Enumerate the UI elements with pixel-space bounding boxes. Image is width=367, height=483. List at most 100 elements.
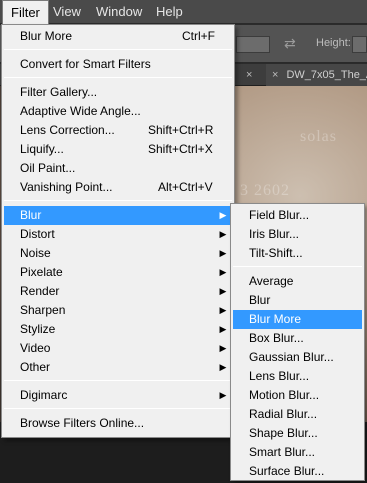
menu-item-label: Digimarc bbox=[20, 388, 68, 402]
submenu-item-gaussian-blur[interactable]: Gaussian Blur... bbox=[233, 348, 362, 367]
menu-item-label: Convert for Smart Filters bbox=[20, 57, 151, 71]
menu-item-label: Iris Blur... bbox=[249, 227, 300, 241]
shortcut-text: Shift+Ctrl+R bbox=[148, 123, 214, 137]
menu-item-label: Shape Blur... bbox=[249, 426, 318, 440]
menu-item-liquify[interactable]: Liquify... Shift+Ctrl+X bbox=[4, 140, 232, 159]
menu-item-pixelate[interactable]: Pixelate ▶ bbox=[4, 263, 232, 282]
menu-separator bbox=[4, 77, 232, 78]
menu-item-adaptive-wide-angle[interactable]: Adaptive Wide Angle... bbox=[4, 102, 232, 121]
menu-item-label: Field Blur... bbox=[249, 208, 310, 222]
menu-item-label: Blur More bbox=[249, 312, 302, 326]
menu-item-label: Video bbox=[20, 341, 51, 355]
submenu-arrow-icon: ▶ bbox=[219, 229, 227, 239]
menu-item-label: Vanishing Point... bbox=[20, 180, 113, 194]
menu-item-label: Blur More bbox=[20, 29, 73, 43]
submenu-arrow-icon: ▶ bbox=[219, 305, 227, 315]
menu-item-label: Stylize bbox=[20, 322, 56, 336]
menu-item-oil-paint[interactable]: Oil Paint... bbox=[4, 159, 232, 178]
submenu-item-smart-blur[interactable]: Smart Blur... bbox=[233, 443, 362, 462]
submenu-arrow-icon: ▶ bbox=[219, 324, 227, 334]
menu-item-digimarc[interactable]: Digimarc ▶ bbox=[4, 386, 232, 405]
menu-item-label: Other bbox=[20, 360, 51, 374]
menu-item-label: Box Blur... bbox=[249, 331, 304, 345]
submenu-item-radial-blur[interactable]: Radial Blur... bbox=[233, 405, 362, 424]
submenu-arrow-icon: ▶ bbox=[219, 267, 227, 277]
submenu-item-box-blur[interactable]: Box Blur... bbox=[233, 329, 362, 348]
menu-item-render[interactable]: Render ▶ bbox=[4, 282, 232, 301]
watermark-text-bottom: 3 2602 bbox=[240, 182, 290, 199]
submenu-arrow-icon: ▶ bbox=[219, 286, 227, 296]
menu-separator bbox=[4, 408, 232, 409]
menu-item-label: Gaussian Blur... bbox=[249, 350, 334, 364]
submenu-arrow-icon: ▶ bbox=[219, 390, 227, 400]
tab-close-icon[interactable]: × bbox=[272, 69, 278, 81]
menubar-view[interactable]: View bbox=[45, 0, 89, 24]
menu-item-blur[interactable]: Blur ▶ bbox=[4, 206, 232, 225]
menu-item-noise[interactable]: Noise ▶ bbox=[4, 244, 232, 263]
submenu-arrow-icon: ▶ bbox=[219, 362, 227, 372]
menu-separator bbox=[233, 266, 362, 267]
menu-item-other[interactable]: Other ▶ bbox=[4, 358, 232, 377]
menu-item-browse-filters-online[interactable]: Browse Filters Online... bbox=[4, 414, 232, 433]
menu-item-label: Blur bbox=[20, 208, 42, 222]
close-icon[interactable]: × bbox=[246, 64, 252, 86]
menu-item-label: Pixelate bbox=[20, 265, 63, 279]
menu-item-distort[interactable]: Distort ▶ bbox=[4, 225, 232, 244]
submenu-item-average[interactable]: Average bbox=[233, 272, 362, 291]
menu-item-label: Adaptive Wide Angle... bbox=[20, 104, 141, 118]
menu-item-label: Tilt-Shift... bbox=[249, 246, 303, 260]
menu-item-stylize[interactable]: Stylize ▶ bbox=[4, 320, 232, 339]
menu-separator bbox=[4, 49, 232, 50]
submenu-item-blur[interactable]: Blur bbox=[233, 291, 362, 310]
width-field[interactable] bbox=[236, 36, 270, 53]
menu-item-label: Motion Blur... bbox=[249, 388, 320, 402]
menu-item-convert-smart-filters[interactable]: Convert for Smart Filters bbox=[4, 55, 232, 74]
submenu-item-field-blur[interactable]: Field Blur... bbox=[233, 206, 362, 225]
menu-item-label: Lens Correction... bbox=[20, 123, 115, 137]
menu-item-label: Oil Paint... bbox=[20, 161, 76, 175]
menu-item-label: Surface Blur... bbox=[249, 464, 325, 478]
height-field[interactable] bbox=[352, 36, 367, 53]
menu-item-label: Radial Blur... bbox=[249, 407, 318, 421]
menu-item-lens-correction[interactable]: Lens Correction... Shift+Ctrl+R bbox=[4, 121, 232, 140]
menubar-window[interactable]: Window bbox=[88, 0, 150, 24]
shortcut-text: Alt+Ctrl+V bbox=[158, 180, 213, 194]
document-tab-title: DW_7x05_The_An bbox=[286, 69, 367, 81]
filter-menu: Blur More Ctrl+F Convert for Smart Filte… bbox=[1, 24, 235, 438]
menu-item-label: Render bbox=[20, 284, 60, 298]
menu-item-vanishing-point[interactable]: Vanishing Point... Alt+Ctrl+V bbox=[4, 178, 232, 197]
submenu-item-tilt-shift[interactable]: Tilt-Shift... bbox=[233, 244, 362, 263]
shortcut-text: Shift+Ctrl+X bbox=[148, 142, 213, 156]
submenu-item-shape-blur[interactable]: Shape Blur... bbox=[233, 424, 362, 443]
menu-bar: Filter View Window Help bbox=[0, 0, 367, 24]
menu-item-label: Browse Filters Online... bbox=[20, 416, 145, 430]
submenu-arrow-icon: ▶ bbox=[219, 343, 227, 353]
menu-item-label: Noise bbox=[20, 246, 51, 260]
menu-item-label: Average bbox=[249, 274, 294, 288]
submenu-arrow-icon: ▶ bbox=[219, 210, 227, 220]
menu-item-label: Filter Gallery... bbox=[20, 85, 98, 99]
submenu-item-blur-more[interactable]: Blur More bbox=[233, 310, 362, 329]
menu-item-video[interactable]: Video ▶ bbox=[4, 339, 232, 358]
menu-item-label: Blur bbox=[249, 293, 271, 307]
menu-separator bbox=[4, 200, 232, 201]
menu-item-filter-gallery[interactable]: Filter Gallery... bbox=[4, 83, 232, 102]
menu-item-label: Sharpen bbox=[20, 303, 66, 317]
height-label: Height: bbox=[316, 37, 351, 49]
blur-submenu: Field Blur... Iris Blur... Tilt-Shift...… bbox=[230, 203, 365, 481]
shortcut-text: Ctrl+F bbox=[182, 29, 215, 43]
submenu-item-motion-blur[interactable]: Motion Blur... bbox=[233, 386, 362, 405]
menu-item-label: Liquify... bbox=[20, 142, 64, 156]
menu-item-blur-more[interactable]: Blur More Ctrl+F bbox=[4, 27, 232, 46]
menu-item-label: Lens Blur... bbox=[249, 369, 310, 383]
submenu-item-iris-blur[interactable]: Iris Blur... bbox=[233, 225, 362, 244]
submenu-item-lens-blur[interactable]: Lens Blur... bbox=[233, 367, 362, 386]
watermark-text-top: solas bbox=[300, 128, 337, 145]
submenu-item-surface-blur[interactable]: Surface Blur... bbox=[233, 462, 362, 481]
menu-item-sharpen[interactable]: Sharpen ▶ bbox=[4, 301, 232, 320]
swap-arrows-icon[interactable]: ⇄ bbox=[284, 35, 296, 52]
menubar-help[interactable]: Help bbox=[148, 0, 191, 24]
document-tab[interactable]: × DW_7x05_The_An bbox=[266, 64, 367, 86]
menubar-filter[interactable]: Filter bbox=[2, 0, 49, 24]
submenu-arrow-icon: ▶ bbox=[219, 248, 227, 258]
